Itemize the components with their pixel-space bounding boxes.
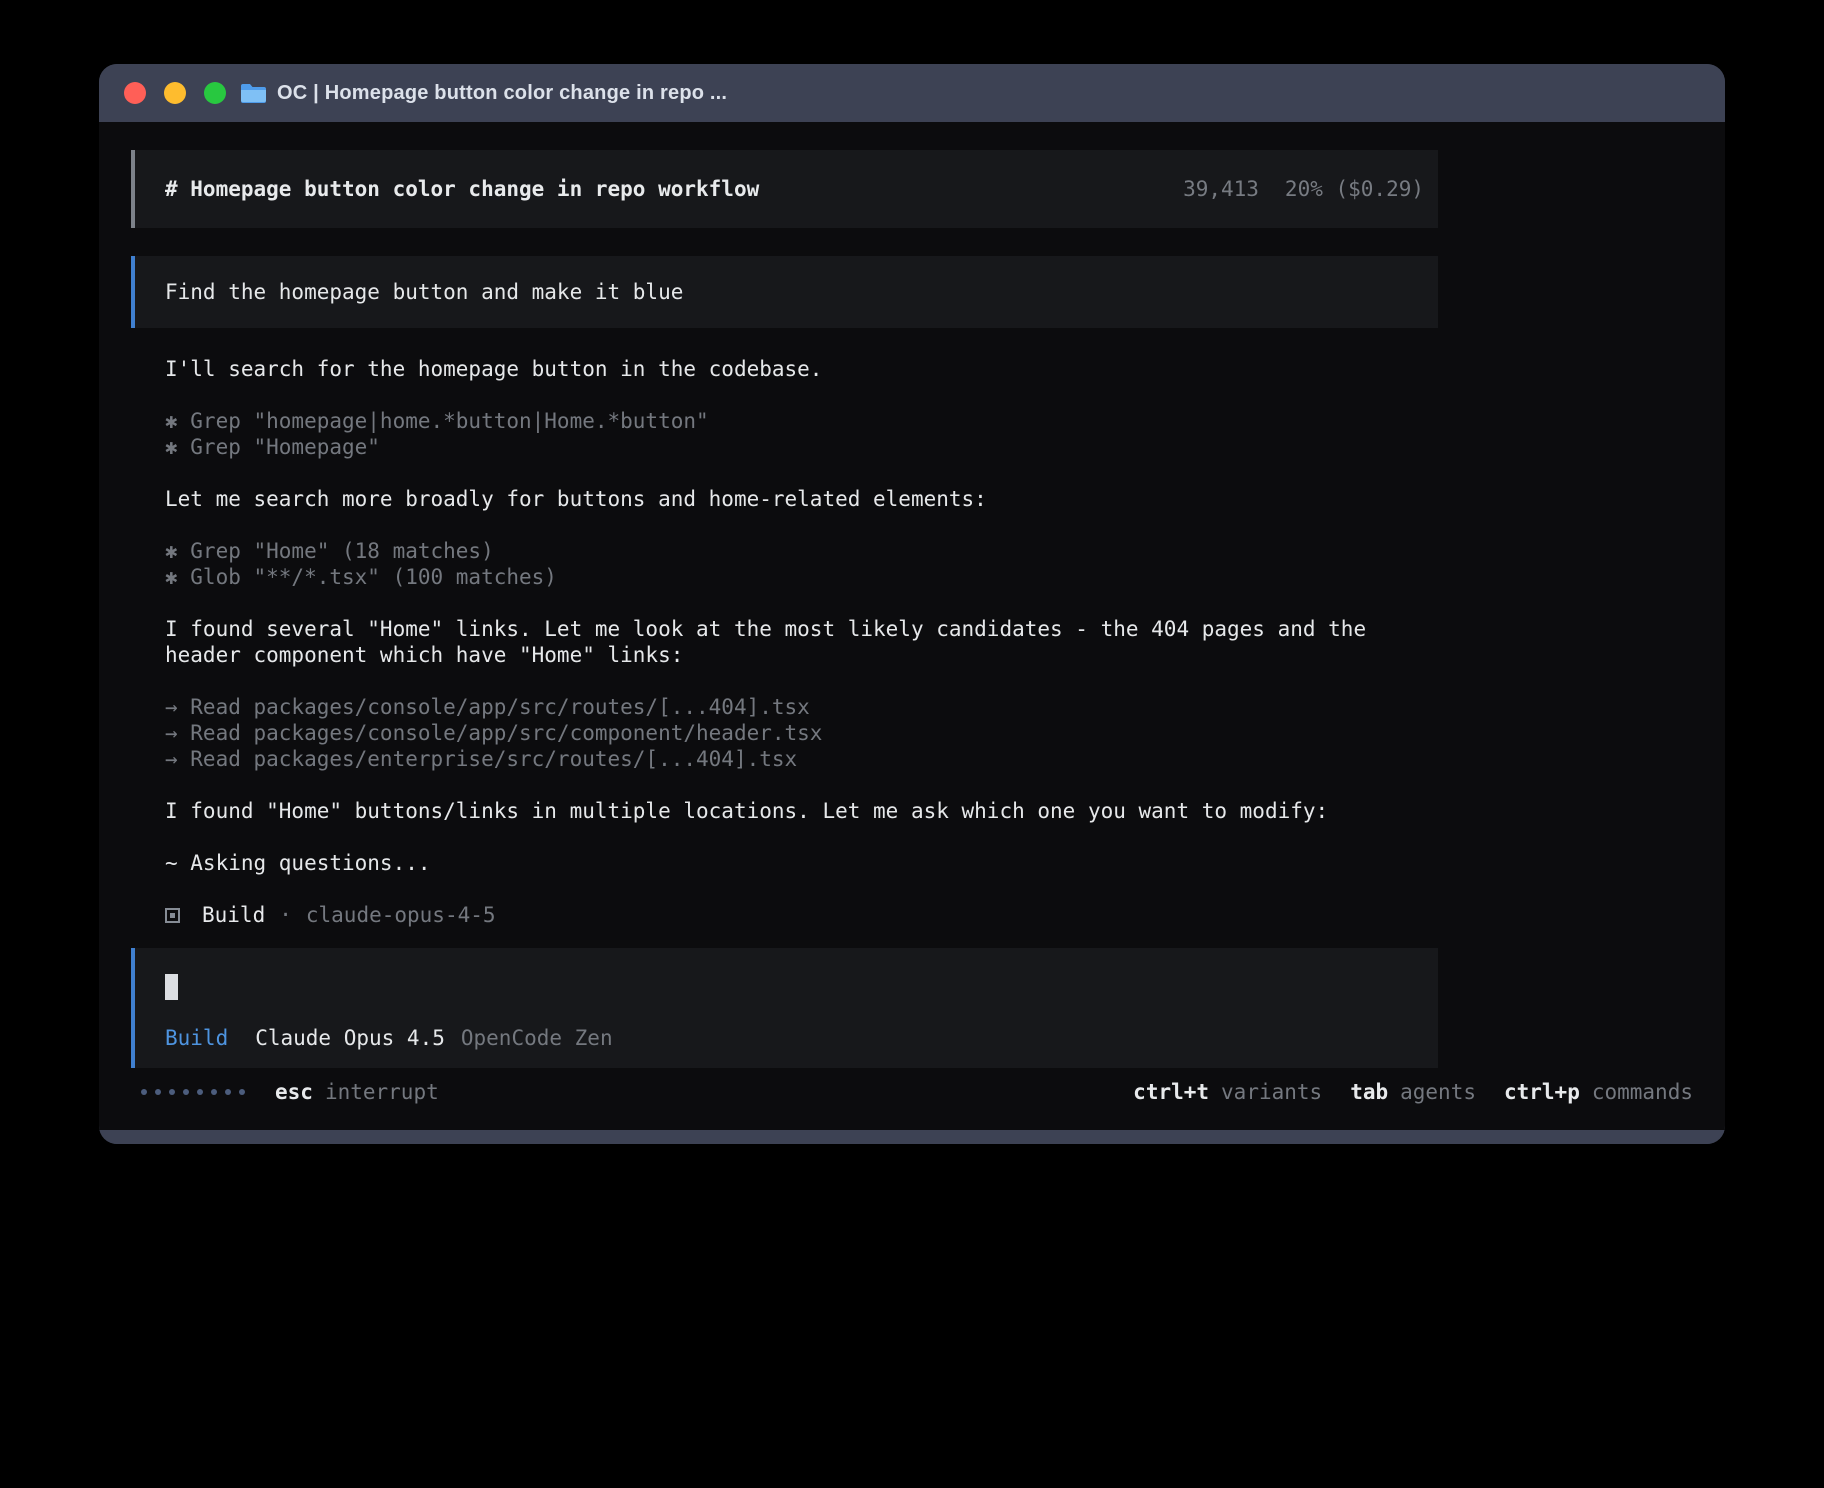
window-bottom-edge [99, 1130, 1725, 1144]
zoom-button[interactable] [204, 82, 226, 104]
shortcut-variants: ctrl+t variants [1133, 1079, 1322, 1105]
esc-key-hint: esc [275, 1079, 313, 1105]
mode-line: Build Claude Opus 4.5 OpenCode Zen [165, 1025, 1408, 1051]
model-name[interactable]: Claude Opus 4.5 [255, 1025, 445, 1051]
interrupt-label: interrupt [325, 1079, 439, 1105]
tool-call-read: → Read packages/enterprise/src/routes/[.… [165, 746, 1438, 772]
assistant-paragraph: I'll search for the homepage button in t… [165, 356, 1438, 382]
transcript: I'll search for the homepage button in t… [165, 356, 1438, 928]
traffic-lights [124, 82, 226, 104]
tool-call-read: → Read packages/console/app/src/routes/[… [165, 694, 1438, 720]
agent-mode[interactable]: Build [165, 1025, 228, 1051]
agent-status-line: Build · claude-opus-4-5 [165, 902, 1438, 928]
close-button[interactable] [124, 82, 146, 104]
titlebar[interactable]: OC | Homepage button color change in rep… [99, 64, 1725, 122]
assistant-text: Let me search more broadly for buttons a… [165, 486, 1438, 512]
minimize-button[interactable] [164, 82, 186, 104]
tool-call-read: → Read packages/console/app/src/componen… [165, 720, 1438, 746]
assistant-text: I'll search for the homepage button in t… [165, 356, 1438, 382]
tool-call-group: → Read packages/console/app/src/routes/[… [165, 694, 1438, 772]
context-cost: 20% ($0.29) [1285, 176, 1424, 202]
assistant-paragraph: Let me search more broadly for buttons a… [165, 486, 1438, 512]
spinner-dots [141, 1089, 245, 1095]
tool-call-group: ✱ Grep "homepage|home.*button|Home.*butt… [165, 408, 1438, 460]
status-left: esc interrupt [131, 1079, 439, 1105]
status-bar: esc interrupt ctrl+t variants tab agents… [131, 1079, 1693, 1105]
text-cursor [165, 974, 178, 1000]
session-title: # Homepage button color change in repo w… [165, 176, 759, 202]
prompt-input[interactable]: Build Claude Opus 4.5 OpenCode Zen [131, 948, 1438, 1068]
shortcut-key: ctrl+p [1504, 1079, 1580, 1105]
shortcut-label: commands [1592, 1079, 1693, 1105]
tool-call-grep: ✱ Grep "homepage|home.*button|Home.*butt… [165, 408, 1438, 434]
terminal-window: OC | Homepage button color change in rep… [99, 64, 1725, 1144]
user-message-block: Find the homepage button and make it blu… [131, 256, 1438, 328]
session-header: # Homepage button color change in repo w… [131, 150, 1438, 228]
assistant-text: I found "Home" buttons/links in multiple… [165, 798, 1438, 824]
session-stats: 39,413 20% ($0.29) [1183, 176, 1424, 202]
shortcut-label: variants [1221, 1079, 1322, 1105]
token-count: 39,413 [1183, 176, 1259, 202]
agent-model: claude-opus-4-5 [306, 902, 496, 928]
tool-call-glob: ✱ Glob "**/*.tsx" (100 matches) [165, 564, 1438, 590]
shortcut-label: agents [1400, 1079, 1476, 1105]
working-status-text: ~ Asking questions... [165, 850, 1438, 876]
working-status: ~ Asking questions... [165, 850, 1438, 876]
shortcut-agents: tab agents [1350, 1079, 1476, 1105]
user-message-text: Find the homepage button and make it blu… [165, 279, 683, 305]
status-right: ctrl+t variants tab agents ctrl+p comman… [1133, 1079, 1693, 1105]
agent-name: Build [202, 902, 265, 928]
shortcut-key: tab [1350, 1079, 1388, 1105]
separator-dot: · [279, 902, 292, 928]
shortcut-commands: ctrl+p commands [1504, 1079, 1693, 1105]
shortcut-key: ctrl+t [1133, 1079, 1209, 1105]
tool-call-grep: ✱ Grep "Homepage" [165, 434, 1438, 460]
assistant-paragraph: I found "Home" buttons/links in multiple… [165, 798, 1438, 824]
folder-icon [240, 83, 267, 104]
terminal-content: # Homepage button color change in repo w… [99, 122, 1725, 1130]
tool-call-group: ✱ Grep "Home" (18 matches) ✱ Glob "**/*.… [165, 538, 1438, 590]
agent-icon [165, 908, 180, 923]
provider-name: OpenCode Zen [461, 1025, 613, 1051]
assistant-paragraph: I found several "Home" links. Let me loo… [165, 616, 1438, 668]
tool-call-grep: ✱ Grep "Home" (18 matches) [165, 538, 1438, 564]
window-title: OC | Homepage button color change in rep… [277, 82, 727, 105]
assistant-text: I found several "Home" links. Let me loo… [165, 616, 1438, 668]
